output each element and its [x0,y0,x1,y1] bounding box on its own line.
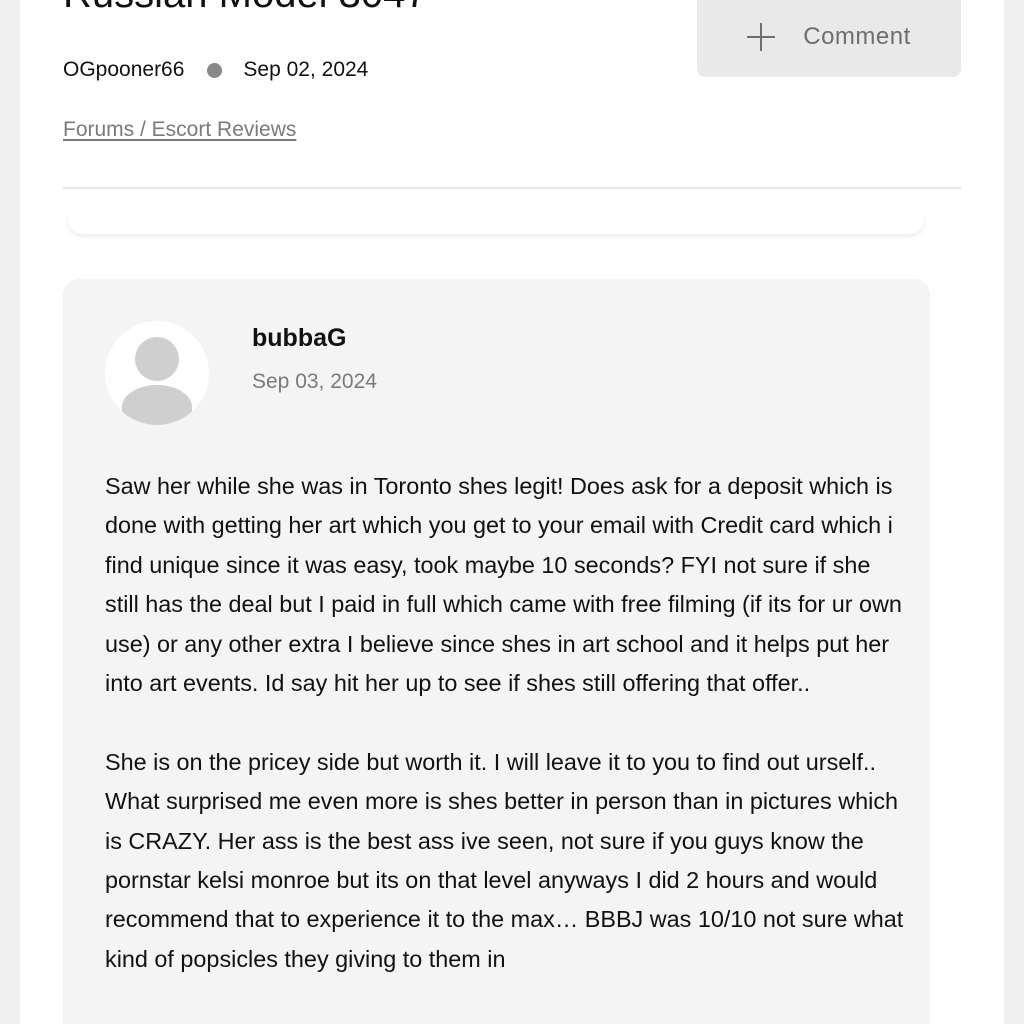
comment-card: bubbaG Sep 03, 2024 Saw her while she wa… [63,279,930,1024]
plus-icon [747,23,776,51]
thread-author[interactable]: OGpooner66 [63,58,184,82]
avatar[interactable] [105,321,209,425]
comment-date: Sep 03, 2024 [252,370,377,393]
comment-body: Saw her while she was in Toronto shes le… [105,467,905,1019]
header-divider [63,187,961,189]
comment-paragraph: She is on the pricey side but worth it. … [105,748,904,972]
user-avatar-body [122,385,192,425]
thread-title: Russian Model 3047 [63,0,428,18]
comment-paragraph: Saw her while she was in Toronto shes le… [105,473,902,697]
user-avatar-icon [135,337,179,381]
separator-dot-icon [207,62,223,78]
breadcrumb[interactable]: Forums / Escort Reviews [63,118,296,142]
previous-card-edge [68,212,924,234]
thread-date: Sep 02, 2024 [243,58,369,81]
thread-page: Russian Model 3047 OGpooner66 Sep 02, 20… [20,0,1004,1024]
comment-button[interactable]: Comment [697,0,961,77]
thread-meta: OGpooner66 Sep 02, 2024 [63,58,368,82]
comment-button-label: Comment [803,23,911,50]
comment-author[interactable]: bubbaG [252,324,346,352]
